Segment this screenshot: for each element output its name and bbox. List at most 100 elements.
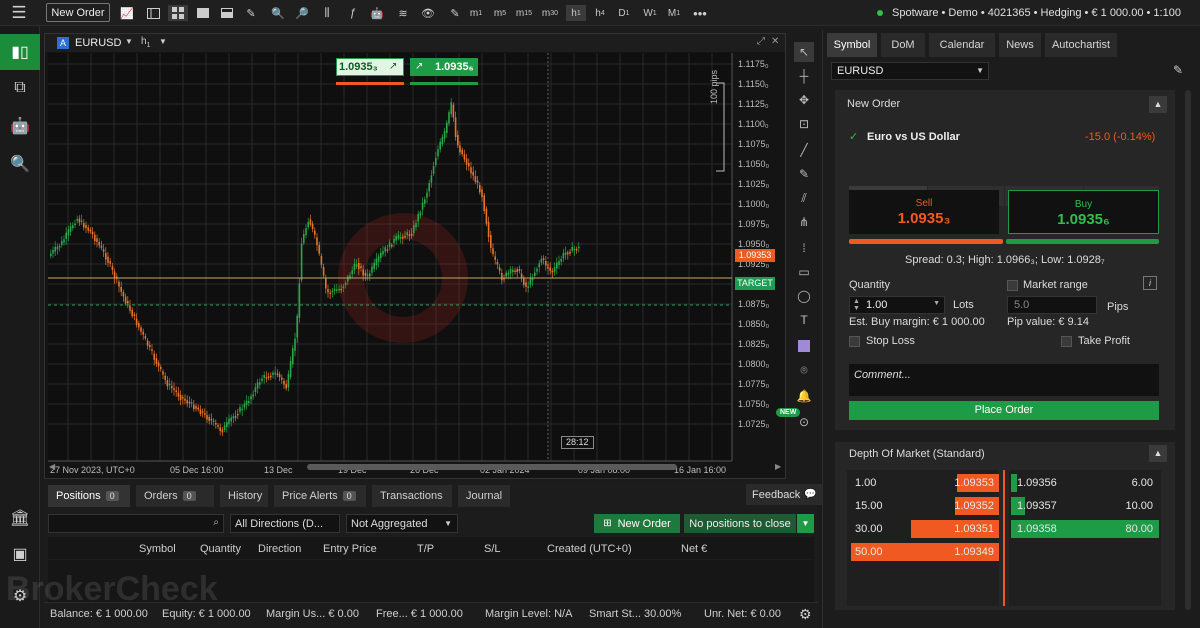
timeframe-M1[interactable]: M1	[664, 5, 684, 21]
tab-calendar[interactable]: Calendar	[929, 33, 995, 57]
collapse-dom-button[interactable]: ▲	[1149, 445, 1167, 462]
timeframe-W1[interactable]: W1	[640, 5, 660, 21]
timeframe-m1[interactable]: m1	[466, 5, 486, 21]
stop-loss-checkbox[interactable]	[849, 335, 865, 347]
tab-price-alerts[interactable]: Price Alerts 0	[274, 485, 366, 507]
timeframe-m5[interactable]: m5	[490, 5, 510, 21]
sell-button[interactable]: Sell 1.0935₃	[849, 190, 999, 234]
edit-icon[interactable]: ✎	[446, 5, 464, 21]
camera-icon[interactable]: ⌾	[794, 360, 814, 380]
timeframe-m30[interactable]: m 30	[540, 5, 560, 21]
pen-icon[interactable]: ✎	[794, 164, 814, 184]
play-icon[interactable]: ⊙	[794, 412, 814, 432]
channel-icon[interactable]: ⁞	[794, 238, 814, 258]
dom-bid-row[interactable]: 1.00 1.09353	[849, 474, 999, 492]
close-positions-dropdown[interactable]: ▼	[797, 514, 814, 533]
column-header[interactable]: Direction	[258, 543, 301, 555]
column-header[interactable]: Net €	[681, 543, 707, 555]
chart-mode-icon[interactable]: 📈	[118, 5, 136, 21]
feedback-button[interactable]: Feedback 💬	[746, 484, 823, 505]
tab-positions[interactable]: Positions 0	[48, 485, 130, 507]
ellipse-icon[interactable]: ◯	[794, 286, 814, 306]
zoom-out-icon[interactable]: 🔎	[294, 5, 310, 21]
dom-ask-row[interactable]: 1.09356 6.00	[1011, 474, 1159, 492]
timeframe-D1[interactable]: D1	[614, 5, 634, 21]
timeframe-m15[interactable]: m 15	[514, 5, 534, 21]
alert-bell-icon[interactable]: 🔔	[794, 386, 814, 406]
tab-dom[interactable]: DoM	[881, 33, 925, 57]
collapse-new-order-button[interactable]: ▲	[1149, 96, 1167, 113]
chart-symbol[interactable]: EURUSD	[75, 37, 121, 49]
tab-news[interactable]: News	[999, 33, 1041, 57]
dom-bid-row[interactable]: 50.00 1.09349	[849, 543, 999, 561]
dom-bid-row[interactable]: 30.00 1.09351	[849, 520, 999, 538]
scroll-right-icon[interactable]: ▶	[775, 462, 781, 471]
zoom-in-icon[interactable]: 🔍	[270, 5, 286, 21]
column-header[interactable]: T/P	[417, 543, 434, 555]
symbol-select[interactable]: EURUSD ▼	[831, 62, 989, 80]
account-info[interactable]: Spotware • Demo • 4021365 • Hedging • € …	[892, 5, 1184, 21]
buy-button[interactable]: Buy 1.0935₆	[1008, 190, 1159, 234]
layers-icon[interactable]: ≋	[394, 5, 412, 21]
status-settings-icon[interactable]: ⚙	[799, 606, 812, 623]
chart-timeframe-dropdown-icon[interactable]: ▼	[159, 37, 167, 46]
text-icon[interactable]: T	[794, 310, 814, 330]
bank-icon[interactable]: 🏛	[0, 500, 40, 536]
position-search-input[interactable]: ⌕	[48, 514, 224, 533]
column-header[interactable]: Entry Price	[323, 543, 377, 555]
line-icon[interactable]: ╱	[794, 140, 814, 160]
market-range-checkbox[interactable]	[1007, 279, 1023, 291]
chart-timeframe[interactable]: h1	[141, 36, 150, 49]
zoom-area-icon[interactable]: ⊡	[794, 114, 814, 134]
column-header[interactable]: S/L	[484, 543, 501, 555]
symbol-edit-icon[interactable]: ✎	[1173, 63, 1183, 77]
rectangle-icon[interactable]: ▭	[794, 262, 814, 282]
price-chart[interactable]: 1.1175₀ 1.1150₀ 1.1125₀ 1.1100₀ 1.1075₀ 1.105…	[48, 53, 778, 493]
free-chart-icon[interactable]	[194, 5, 212, 21]
cursor-icon[interactable]: ↖	[794, 42, 814, 62]
dom-ask-row[interactable]: 1.09357 10.00	[1011, 497, 1159, 515]
tab-autochartist[interactable]: Autochartist	[1045, 33, 1117, 57]
robot-icon[interactable]: 🤖	[368, 5, 386, 21]
aggregation-select[interactable]: Not Aggregated ▼	[346, 514, 458, 533]
chart-symbol-dropdown-icon[interactable]: ▼	[125, 37, 133, 46]
chart-scrollbar[interactable]	[307, 464, 677, 470]
wallet-icon[interactable]: ▣	[0, 536, 40, 572]
close-positions-button[interactable]: No positions to close	[684, 514, 796, 533]
copy-icon[interactable]: ⧉	[0, 70, 40, 106]
tab-history[interactable]: History	[220, 485, 268, 507]
timeframe-h4[interactable]: h4	[590, 5, 610, 21]
layout-icon[interactable]	[218, 5, 236, 21]
move-icon[interactable]: ✥	[794, 90, 814, 110]
tab-symbol[interactable]: Symbol	[827, 33, 877, 57]
crosshair-icon[interactable]: ┼	[794, 66, 814, 86]
new-order-button[interactable]: New Order	[46, 3, 110, 22]
info-icon[interactable]: i	[1143, 276, 1157, 290]
analyze-icon[interactable]: 🔍	[0, 146, 40, 182]
column-header[interactable]: Symbol	[139, 543, 176, 555]
pitchfork-icon[interactable]: ⋔	[794, 212, 814, 232]
place-order-button[interactable]: Place Order	[849, 401, 1159, 420]
directions-select[interactable]: All Directions (D...	[230, 514, 340, 533]
tab-orders[interactable]: Orders 0	[136, 485, 214, 507]
scroll-left-icon[interactable]: ◀	[49, 462, 55, 471]
chart-type-icon[interactable]: ⫼	[318, 5, 336, 21]
indicators-icon[interactable]: ƒ	[344, 5, 362, 21]
dom-ask-row[interactable]: 1.09358 80.00	[1011, 520, 1159, 538]
column-header[interactable]: Created (UTC+0)	[547, 543, 632, 555]
take-profit-checkbox[interactable]	[1061, 335, 1077, 347]
trade-icon[interactable]: ▮▯	[0, 34, 40, 70]
fibonacci-icon[interactable]: ⫽	[794, 188, 814, 208]
tab-transactions[interactable]: Transactions	[372, 485, 452, 507]
timeframe-h1[interactable]: h1	[566, 5, 586, 21]
new-order-bottom-button[interactable]: ⊞ New Order	[594, 514, 680, 533]
column-header[interactable]: Quantity	[200, 543, 241, 555]
menu-icon[interactable]: ☰	[8, 3, 30, 23]
eye-icon[interactable]: 👁	[418, 5, 438, 21]
stepper-arrows-icon[interactable]: ▲ ▼	[853, 298, 860, 312]
quantity-stepper[interactable]: ▲ ▼ 1.00 ▼	[849, 296, 945, 314]
comment-input[interactable]: Comment...	[849, 364, 1159, 396]
dom-bid-row[interactable]: 15.00 1.09352	[849, 497, 999, 515]
right-scrollbar[interactable]	[1185, 90, 1191, 610]
detach-chart-icon[interactable]: ⤢	[757, 36, 765, 47]
